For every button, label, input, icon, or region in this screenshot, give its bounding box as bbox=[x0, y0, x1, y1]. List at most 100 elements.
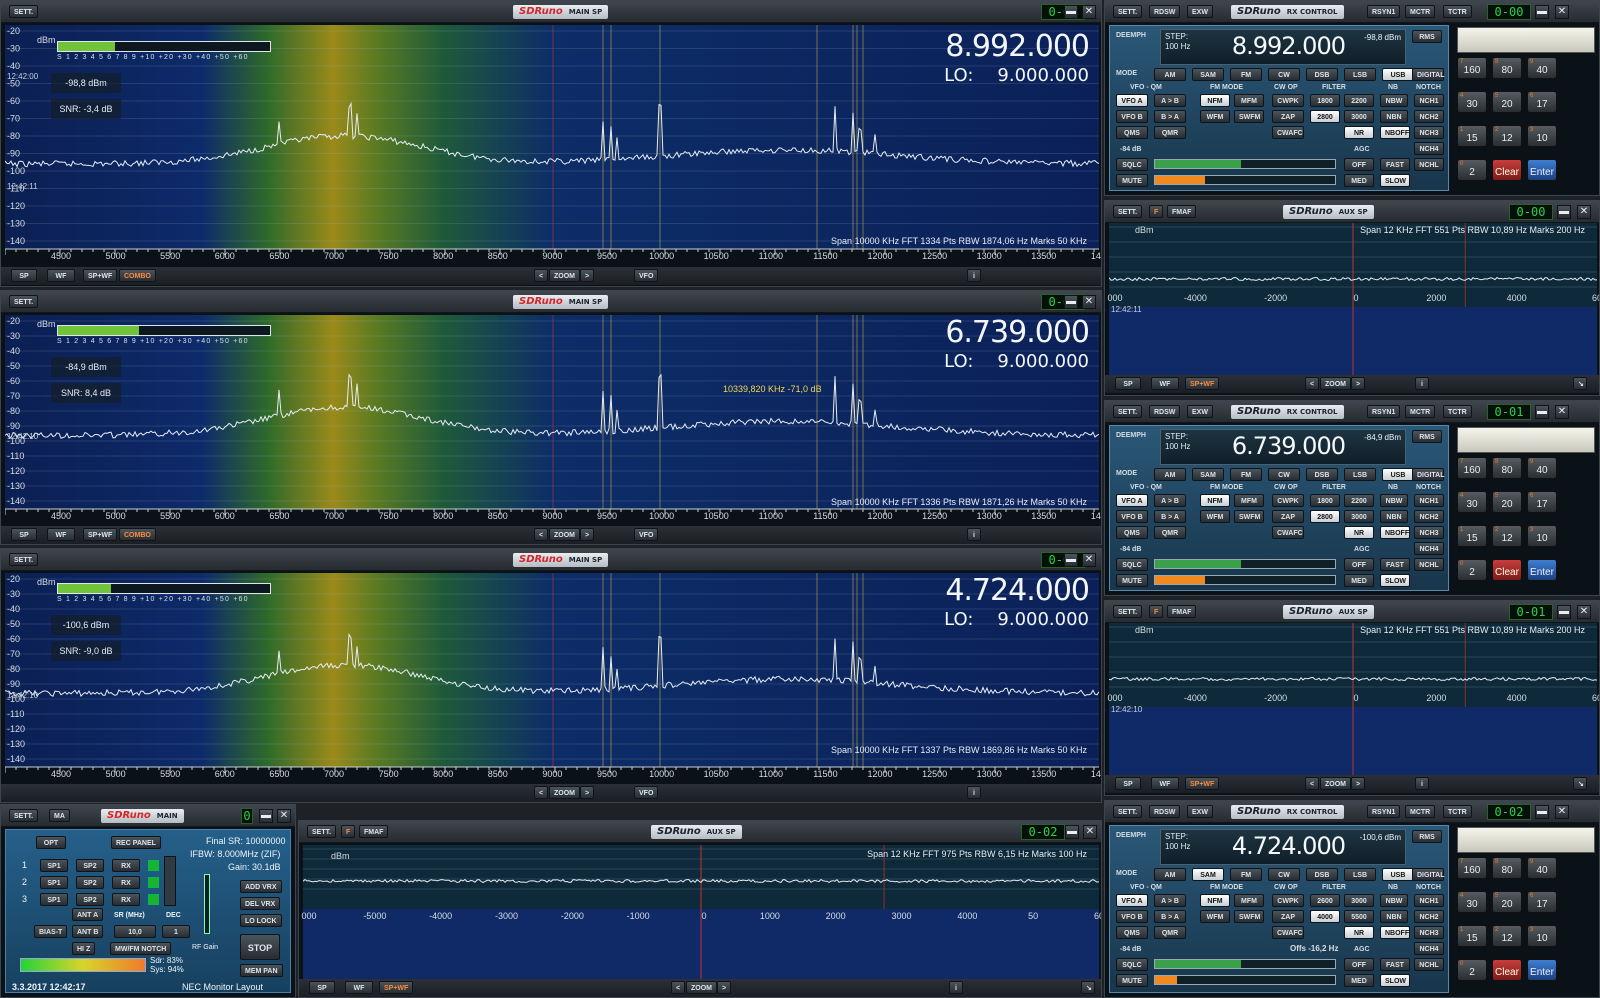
sp2-button-3[interactable]: SP2 bbox=[76, 893, 104, 906]
lo-frequency[interactable]: LO: 9.000.000 bbox=[944, 65, 1089, 86]
hi-z-button[interactable]: HI Z bbox=[72, 942, 96, 955]
rx-button-2[interactable]: RX bbox=[112, 876, 140, 889]
cwpk-button[interactable]: CWPK bbox=[1272, 894, 1304, 907]
zoom-left-button[interactable]: < bbox=[534, 269, 549, 282]
zoom-left-button[interactable]: < bbox=[534, 528, 549, 541]
filter-1-button[interactable]: 2600 bbox=[1310, 894, 1340, 907]
zoom-left-button[interactable]: < bbox=[1305, 777, 1320, 790]
add-vrx-button[interactable]: ADD VRX bbox=[240, 880, 282, 893]
mode-digital-button[interactable]: DIGITAL bbox=[1412, 868, 1444, 881]
cwafc-button[interactable]: CWAFC bbox=[1272, 926, 1304, 939]
minimize-icon[interactable]: ▬ bbox=[1535, 805, 1549, 819]
swfm-button[interactable]: SWFM bbox=[1234, 110, 1264, 123]
rx-enable-checkbox-1[interactable] bbox=[148, 860, 159, 871]
nch1-button[interactable]: NCH1 bbox=[1414, 94, 1444, 107]
a-to-b-button[interactable]: A > B bbox=[1154, 894, 1186, 907]
mode-sam-button[interactable]: SAM bbox=[1192, 868, 1224, 881]
f-button[interactable]: F bbox=[1149, 605, 1164, 618]
nbw-button[interactable]: NBW bbox=[1380, 894, 1408, 907]
cwafc-button[interactable]: CWAFC bbox=[1272, 526, 1304, 539]
qmr-button[interactable]: QMR bbox=[1154, 526, 1186, 539]
info-button[interactable]: i bbox=[967, 269, 981, 282]
agc-off-button[interactable]: OFF bbox=[1344, 158, 1374, 171]
filter-1-button[interactable]: 1800 bbox=[1310, 494, 1340, 507]
title-bar[interactable]: SETT. MA SDRuno MAIN 0 ▬ ✕ bbox=[1, 805, 295, 827]
mode-dsb-button[interactable]: DSB bbox=[1306, 68, 1338, 81]
mw-fm-notch-button[interactable]: MW/FM NOTCH bbox=[110, 942, 172, 955]
nchl-button[interactable]: NCHL bbox=[1414, 958, 1444, 971]
keypad-key-10[interactable]: 3 10 bbox=[1527, 925, 1557, 947]
nch2-button[interactable]: NCH2 bbox=[1414, 910, 1444, 923]
cwpk-button[interactable]: CWPK bbox=[1272, 494, 1304, 507]
nbw-button[interactable]: NBW bbox=[1380, 494, 1408, 507]
exw-button[interactable]: EXW bbox=[1187, 805, 1213, 818]
mode-cw-button[interactable]: CW bbox=[1268, 868, 1300, 881]
nbw-button[interactable]: NBW bbox=[1380, 94, 1408, 107]
keypad-key-80[interactable]: 8 80 bbox=[1492, 857, 1522, 879]
nch3-button[interactable]: NCH3 bbox=[1414, 126, 1444, 139]
rx-enable-checkbox-3[interactable] bbox=[148, 894, 159, 905]
zoom-right-button[interactable]: > bbox=[717, 981, 732, 994]
mode-am-button[interactable]: AM bbox=[1154, 68, 1186, 81]
wfm-button[interactable]: WFM bbox=[1200, 510, 1230, 523]
close-icon[interactable]: ✕ bbox=[1555, 405, 1569, 419]
title-bar[interactable]: SETT. RDSW EXW SDRuno RX CONTROL RSYN1 MCTR TCT… bbox=[1105, 1, 1599, 23]
mode-lsb-button[interactable]: LSB bbox=[1344, 468, 1376, 481]
zoom-left-button[interactable]: < bbox=[534, 786, 549, 799]
zoom-right-button[interactable]: > bbox=[1351, 377, 1366, 390]
lo-frequency[interactable]: LO: 9.000.000 bbox=[944, 351, 1089, 372]
zoom-button[interactable]: ZOOM bbox=[1320, 777, 1351, 790]
mctr-button[interactable]: MCTR bbox=[1405, 405, 1436, 418]
qms-button[interactable]: QMS bbox=[1116, 126, 1148, 139]
nch2-button[interactable]: NCH2 bbox=[1414, 110, 1444, 123]
swfm-button[interactable]: SWFM bbox=[1234, 510, 1264, 523]
minimize-icon[interactable]: ▬ bbox=[1064, 295, 1078, 309]
bias-t-button[interactable]: BIAS-T bbox=[34, 925, 68, 938]
keypad-key-17[interactable]: 6 17 bbox=[1527, 491, 1557, 513]
nch4-button[interactable]: NCH4 bbox=[1414, 142, 1444, 155]
exw-button[interactable]: EXW bbox=[1187, 5, 1213, 18]
vfo-button[interactable]: VFO bbox=[634, 269, 659, 282]
settings-button[interactable]: SETT. bbox=[1113, 205, 1143, 218]
settings-button[interactable]: SETT. bbox=[9, 553, 39, 566]
nch2-button[interactable]: NCH2 bbox=[1414, 510, 1444, 523]
keypad-key-20[interactable]: 5 20 bbox=[1492, 891, 1522, 913]
close-icon[interactable]: ✕ bbox=[1577, 605, 1591, 619]
mode-usb-button[interactable]: USB bbox=[1382, 468, 1414, 481]
minimize-icon[interactable]: ▬ bbox=[259, 809, 273, 823]
sp1-button-2[interactable]: SP1 bbox=[40, 876, 68, 889]
rdsw-button[interactable]: RDSW bbox=[1149, 5, 1181, 18]
sp-button[interactable]: SP bbox=[1115, 777, 1141, 790]
squelch-bar[interactable] bbox=[1154, 159, 1336, 169]
minimize-icon[interactable]: ▬ bbox=[1557, 205, 1571, 219]
wf-button[interactable]: WF bbox=[345, 981, 373, 994]
agc-slow-button[interactable]: SLOW bbox=[1380, 574, 1410, 587]
mode-usb-button[interactable]: USB bbox=[1382, 68, 1414, 81]
vfo-frequency[interactable]: 4.724.000 bbox=[945, 573, 1090, 608]
vfo-button[interactable]: VFO bbox=[634, 528, 659, 541]
mode-fm-button[interactable]: FM bbox=[1230, 68, 1262, 81]
keypad-key-clear[interactable]: Clear bbox=[1492, 559, 1522, 581]
keypad-key-2[interactable]: 02 bbox=[1457, 559, 1487, 581]
keypad-key-80[interactable]: 8 80 bbox=[1492, 457, 1522, 479]
mute-button[interactable]: MUTE bbox=[1116, 574, 1148, 587]
nboff-button[interactable]: NBOFF bbox=[1380, 526, 1410, 539]
spectrum-display[interactable]: -20 -30 -40 -50 -60 -70 -80 -90 -100 -110 -120 -130… bbox=[5, 315, 1101, 525]
sp2-button-1[interactable]: SP2 bbox=[76, 859, 104, 872]
vfo-frequency[interactable]: 8.992.000 bbox=[945, 29, 1090, 64]
keypad-key-30[interactable]: 4 30 bbox=[1457, 891, 1487, 913]
mode-dsb-button[interactable]: DSB bbox=[1306, 468, 1338, 481]
nch1-button[interactable]: NCH1 bbox=[1414, 894, 1444, 907]
sqlc-button[interactable]: SQLC bbox=[1116, 558, 1148, 571]
rms-button[interactable]: RMS bbox=[1412, 30, 1442, 43]
settings-button[interactable]: SETT. bbox=[307, 825, 337, 838]
aux-spectrum-display[interactable]: 000 -4000 -2000 0 2000 4000 60 bbox=[1107, 223, 1599, 375]
info-button[interactable]: i bbox=[967, 528, 981, 541]
close-icon[interactable]: ✕ bbox=[1082, 5, 1096, 19]
nch3-button[interactable]: NCH3 bbox=[1414, 926, 1444, 939]
mute-button[interactable]: MUTE bbox=[1116, 974, 1148, 987]
rms-button[interactable]: RMS bbox=[1412, 830, 1442, 843]
mode-sam-button[interactable]: SAM bbox=[1192, 468, 1224, 481]
zoom-button[interactable]: ZOOM bbox=[686, 981, 717, 994]
keypad-key-30[interactable]: 4 30 bbox=[1457, 91, 1487, 113]
